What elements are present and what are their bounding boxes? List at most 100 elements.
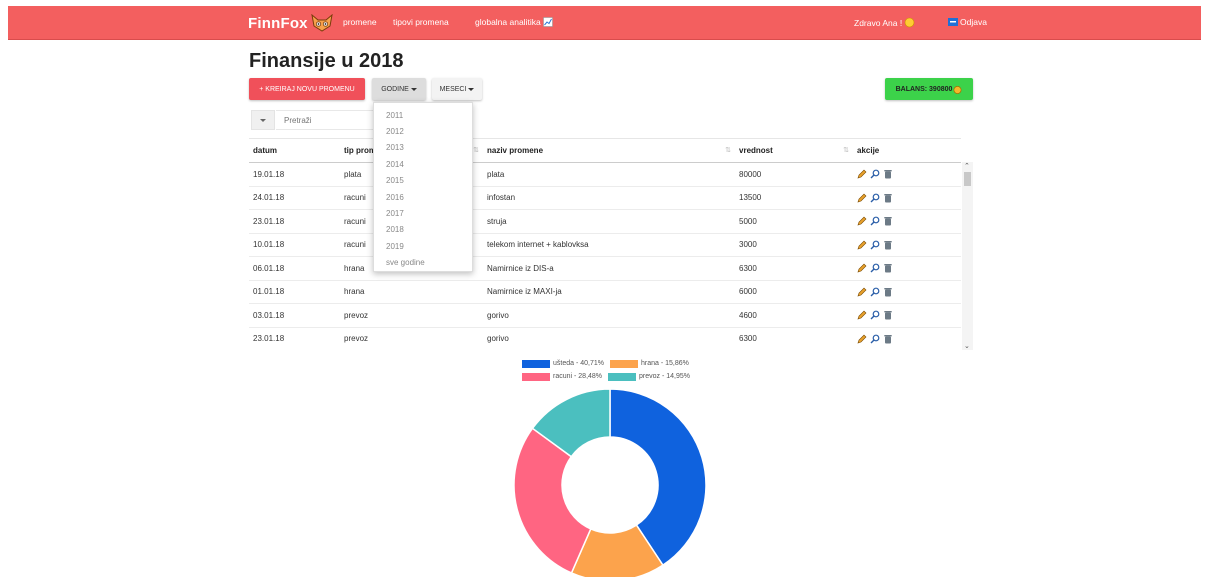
dropdown-item-year[interactable]: 2019 <box>374 238 472 254</box>
balance-button[interactable]: BALANS: 390800 <box>885 78 973 100</box>
cell-naziv-promene: gorivo <box>483 327 735 350</box>
cell-datum: 24.01.18 <box>249 186 340 210</box>
cell-vrednost: 3000 <box>735 233 853 257</box>
table-row: 23.01.18 prevoz gorivo 6300 <box>249 327 961 350</box>
cell-akcije <box>853 233 961 257</box>
edit-pencil-icon[interactable] <box>857 334 867 344</box>
chevron-down-icon <box>260 118 266 122</box>
trash-icon[interactable] <box>883 216 893 226</box>
nav-link-globalna-analitika[interactable]: globalna analitika <box>475 17 553 27</box>
cell-naziv-promene: Namirnice iz MAXI-ja <box>483 280 735 304</box>
legend-swatch <box>608 372 637 381</box>
edit-pencil-icon[interactable] <box>857 216 867 226</box>
search-filter-toggle[interactable] <box>251 110 275 130</box>
trash-icon[interactable] <box>883 310 893 320</box>
trash-icon[interactable] <box>883 193 893 203</box>
row-actions <box>857 263 961 273</box>
nav-link-globalna-analitika-label: globalna analitika <box>475 17 541 27</box>
trash-icon[interactable] <box>883 263 893 273</box>
dropdown-item-year[interactable]: sve godine <box>374 255 472 271</box>
edit-pencil-icon[interactable] <box>857 169 867 179</box>
magnifier-icon[interactable] <box>870 310 880 320</box>
search-input[interactable] <box>276 110 376 130</box>
edit-pencil-icon[interactable] <box>857 287 867 297</box>
cell-akcije <box>853 186 961 210</box>
scrollbar-thumb[interactable] <box>964 172 971 186</box>
scroll-down-icon[interactable]: ⌄ <box>964 342 970 350</box>
cell-tip-promene: prevoz <box>340 303 483 328</box>
dropdown-item-year[interactable]: 2014 <box>374 156 472 172</box>
table-row: 10.01.18 racuni telekom internet + kablovk… <box>249 233 961 257</box>
dropdown-item-year[interactable]: 2011 <box>374 107 472 123</box>
brand-name: FinnFox <box>248 14 308 32</box>
dropdown-item-year[interactable]: 2013 <box>374 140 472 156</box>
trash-icon[interactable] <box>883 334 893 344</box>
cell-akcije <box>853 327 961 350</box>
legend-swatch <box>522 359 550 368</box>
cell-naziv-promene: gorivo <box>483 303 735 328</box>
dropdown-item-year[interactable]: 2018 <box>374 222 472 238</box>
legend-swatch <box>609 359 638 368</box>
logout-link[interactable]: Odjava <box>948 17 987 27</box>
magnifier-icon[interactable] <box>870 216 880 226</box>
column-header-vrednost[interactable]: vrednost <box>735 138 853 163</box>
fox-icon <box>310 13 333 32</box>
cell-vrednost: 4600 <box>735 303 853 328</box>
trash-icon[interactable] <box>883 169 893 179</box>
magnifier-icon[interactable] <box>870 193 880 203</box>
cell-datum: 23.01.18 <box>249 209 340 234</box>
row-actions <box>857 310 961 320</box>
cell-vrednost: 13500 <box>735 186 853 210</box>
edit-pencil-icon[interactable] <box>857 240 867 250</box>
table-row: 19.01.18 plata plata 80000 <box>249 162 961 187</box>
legend-item-hrana[interactable]: hrana - 15,86% <box>609 359 689 368</box>
years-dropdown-button[interactable]: GODINE <box>372 78 426 100</box>
scroll-up-icon[interactable]: ⌃ <box>964 162 970 170</box>
chart-slice-racuni[interactable] <box>513 427 592 574</box>
create-change-button[interactable]: + KREIRAJ NOVU PROMENU <box>249 78 365 100</box>
cell-tip-promene: prevoz <box>340 327 483 350</box>
legend-item-racuni[interactable]: racuni - 28,48% <box>522 372 603 381</box>
brand-logo[interactable]: FinnFox <box>248 12 333 34</box>
dropdown-item-year[interactable]: 2017 <box>374 205 472 221</box>
table-row: 24.01.18 racuni infostan 13500 <box>249 186 961 210</box>
edit-pencil-icon[interactable] <box>857 263 867 273</box>
months-dropdown-button[interactable]: MESECI <box>432 78 482 100</box>
dropdown-item-year[interactable]: 2012 <box>374 123 472 139</box>
dropdown-item-year[interactable]: 2015 <box>374 173 472 189</box>
row-actions <box>857 334 961 344</box>
edit-pencil-icon[interactable] <box>857 193 867 203</box>
column-header-datum[interactable]: datum <box>249 138 340 163</box>
trash-icon[interactable] <box>883 287 893 297</box>
balance-label: BALANS: 390800 <box>895 85 953 93</box>
magnifier-icon[interactable] <box>870 263 880 273</box>
legend-label: racuni - 28,48% <box>553 373 603 380</box>
cell-vrednost: 80000 <box>735 162 853 187</box>
legend-item-usteda[interactable]: ušteda - 40,71% <box>522 359 604 368</box>
cell-naziv-promene: telekom internet + kablovksa <box>483 233 735 257</box>
edit-pencil-icon[interactable] <box>857 310 867 320</box>
cell-naziv-promene: plata <box>483 162 735 187</box>
cell-akcije <box>853 209 961 234</box>
row-actions <box>857 287 961 297</box>
chevron-down-icon <box>468 87 475 91</box>
cell-datum: 03.01.18 <box>249 303 340 328</box>
months-dropdown-label: MESECI <box>439 85 467 93</box>
legend-item-prevoz[interactable]: prevoz - 14,95% <box>608 372 691 381</box>
legend-label: prevoz - 14,95% <box>639 373 691 380</box>
nav-link-promene[interactable]: promene <box>343 17 377 27</box>
magnifier-icon[interactable] <box>870 169 880 179</box>
row-actions <box>857 169 961 179</box>
table-scrollbar[interactable]: ⌃ ⌄ <box>962 162 973 350</box>
dropdown-item-year[interactable]: 2016 <box>374 189 472 205</box>
cell-vrednost: 5000 <box>735 209 853 234</box>
trash-icon[interactable] <box>883 240 893 250</box>
nav-link-tipovi-promena[interactable]: tipovi promena <box>393 17 449 27</box>
magnifier-icon[interactable] <box>870 240 880 250</box>
column-header-naziv-promene[interactable]: naziv promene <box>483 138 735 163</box>
column-header-akcije: akcije <box>853 138 961 163</box>
table-header-row: datum tip promene naziv promene vrednost… <box>249 138 961 163</box>
magnifier-icon[interactable] <box>870 334 880 344</box>
legend-label: ušteda - 40,71% <box>553 360 604 367</box>
magnifier-icon[interactable] <box>870 287 880 297</box>
